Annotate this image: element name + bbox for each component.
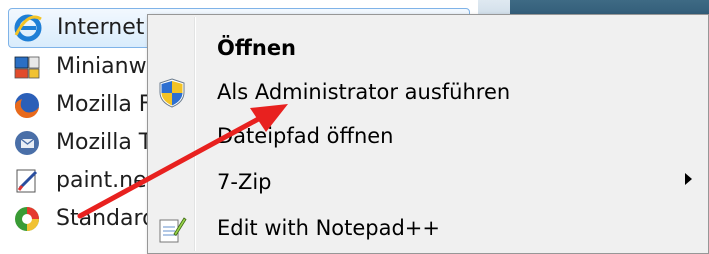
paintnet-icon (12, 166, 42, 196)
menu-item-label: 7-Zip (217, 170, 272, 194)
menu-item-label: Öffnen (217, 36, 297, 60)
uac-shield-icon (156, 77, 188, 109)
notepadpp-icon (156, 213, 188, 245)
menu-item-label: Als Administrator ausführen (217, 80, 511, 104)
gadgets-icon (12, 52, 42, 82)
firefox-icon (12, 90, 42, 120)
context-menu: Öffnen Als Administrator ausführen Datei… (147, 14, 709, 254)
menu-item-label: Edit with Notepad++ (217, 216, 441, 240)
program-item-label: paint.net (56, 168, 156, 193)
menu-item-label: Dateipfad öffnen (217, 124, 394, 148)
internet-explorer-icon (13, 13, 43, 43)
menu-item-run-as-administrator[interactable]: Als Administrator ausführen (150, 71, 706, 115)
menu-item-7zip[interactable]: 7-Zip (150, 161, 706, 205)
default-programs-icon (12, 204, 42, 234)
menu-item-edit-with-notepadpp[interactable]: Edit with Notepad++ (150, 207, 706, 251)
thunderbird-icon (12, 128, 42, 158)
submenu-arrow-icon (685, 173, 692, 185)
menu-item-open-file-location[interactable]: Dateipfad öffnen (150, 115, 706, 159)
menu-item-open[interactable]: Öffnen (150, 27, 706, 71)
